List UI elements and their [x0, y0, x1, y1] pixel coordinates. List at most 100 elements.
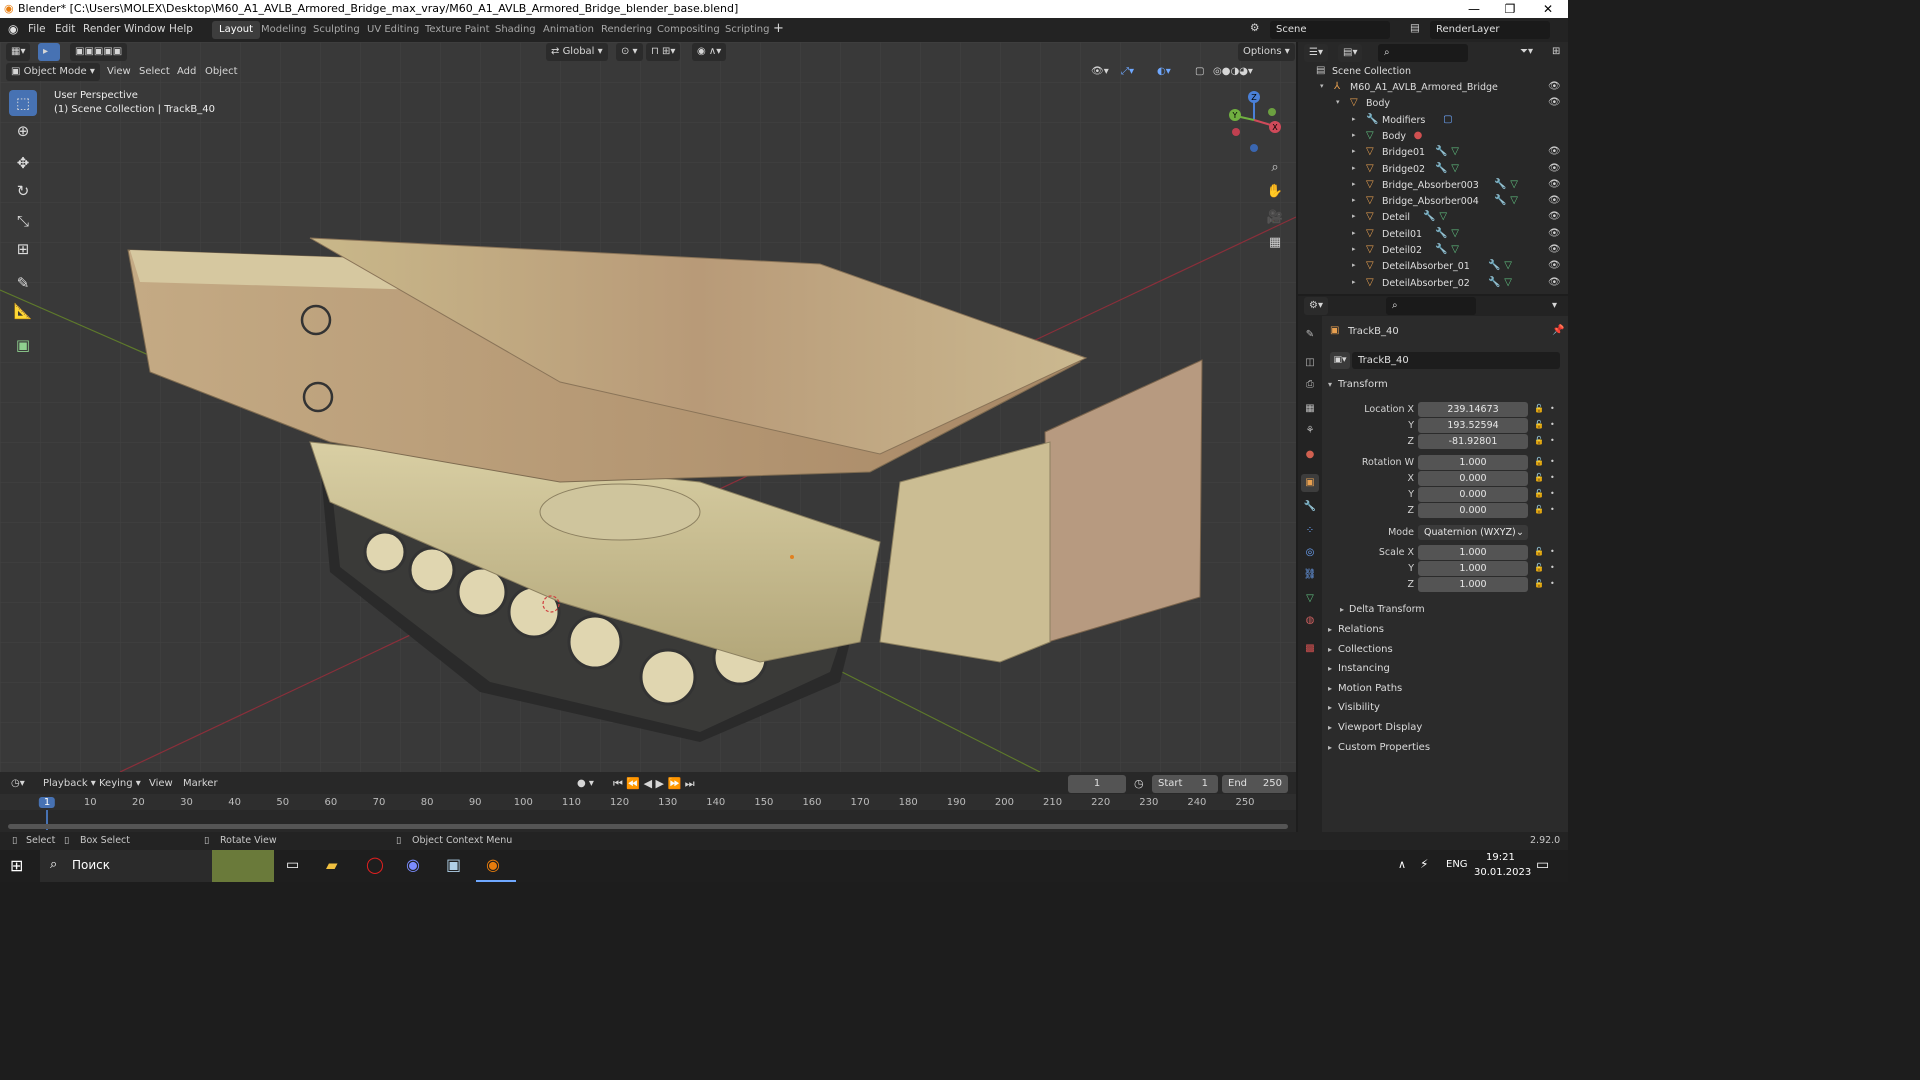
- 3d-viewport[interactable]: ▦▾ ▸ ▣▣▣▣▣ ⇄ Global ▾ ⊙ ▾ ⊓ ⊞▾ ◉ ∧▾ Opti…: [0, 42, 1296, 772]
- section-visibility[interactable]: Visibility: [1338, 702, 1380, 713]
- editor-type-button[interactable]: ▦▾: [6, 43, 31, 61]
- mesh-data-icon[interactable]: ▽: [1439, 211, 1447, 222]
- outliner-row[interactable]: ▸ ▽ Bridge02 🔧 ▽ 👁: [1298, 162, 1568, 178]
- render-tab-icon[interactable]: ◫: [1301, 354, 1319, 372]
- rotation-z-field[interactable]: 0.000: [1418, 503, 1528, 518]
- transform-panel-header[interactable]: Transform: [1338, 379, 1388, 390]
- taskbar-search-box[interactable]: ⌕ Поиск: [40, 850, 212, 882]
- file-explorer-icon[interactable]: ▰: [326, 856, 338, 874]
- modifier-icon[interactable]: 🔧: [1435, 228, 1447, 239]
- lock-icon[interactable]: 🔓: [1534, 473, 1544, 482]
- opera-icon[interactable]: ◯: [366, 855, 384, 874]
- outliner-row[interactable]: ▾ ⅄ M60_A1_AVLB_Armored_Bridge 👁: [1298, 80, 1568, 96]
- render-layer-selector[interactable]: RenderLayer: [1430, 21, 1550, 39]
- physics-tab-icon[interactable]: ◎: [1301, 544, 1319, 562]
- pin-icon[interactable]: 📌: [1552, 325, 1564, 336]
- close-button[interactable]: ✕: [1530, 0, 1566, 18]
- annotate-tool-icon[interactable]: ✎: [9, 270, 37, 296]
- expand-arrow-icon[interactable]: ▸: [1352, 131, 1356, 139]
- outliner-row[interactable]: ▸ ▽ Deteil 🔧 ▽ 👁: [1298, 210, 1568, 226]
- timeline-keying-menu[interactable]: Keying ▾: [94, 775, 146, 793]
- expand-arrow-icon[interactable]: ▸: [1352, 212, 1356, 220]
- preview-range-icon[interactable]: ◷: [1134, 777, 1144, 790]
- mesh-data-icon[interactable]: ▽: [1504, 277, 1512, 288]
- minimize-button[interactable]: —: [1456, 0, 1492, 18]
- section-expand-icon[interactable]: ▸: [1328, 703, 1332, 712]
- keyframe-dot-icon[interactable]: •: [1550, 473, 1555, 482]
- expand-arrow-icon[interactable]: ▾: [1320, 82, 1324, 90]
- workspace-tab-texture-paint[interactable]: Texture Paint: [418, 21, 497, 39]
- section-custom-properties[interactable]: Custom Properties: [1338, 742, 1430, 753]
- start-frame-field[interactable]: Start 1: [1152, 775, 1218, 793]
- render-layer-icon[interactable]: ▤: [1410, 22, 1420, 34]
- transform-collapse-icon[interactable]: ▾: [1328, 380, 1332, 389]
- outliner-row[interactable]: ▸ ▽ Bridge_Absorber003 🔧 ▽ 👁: [1298, 178, 1568, 194]
- clock-time[interactable]: 19:21: [1486, 852, 1515, 863]
- timeline-marker-menu[interactable]: Marker: [178, 775, 223, 793]
- expand-arrow-icon[interactable]: ▸: [1352, 147, 1356, 155]
- cursor-tool-icon[interactable]: ⊕: [9, 118, 37, 144]
- view-layer-tab-icon[interactable]: ▦: [1301, 400, 1319, 418]
- menu-render[interactable]: Render: [83, 23, 120, 35]
- workspace-tab-compositing[interactable]: Compositing: [650, 21, 727, 39]
- transform-orientation-dropdown[interactable]: ⇄ Global ▾: [546, 43, 608, 61]
- scale-z-field[interactable]: 1.000: [1418, 577, 1528, 592]
- modifier-icon[interactable]: 🔧: [1435, 146, 1447, 157]
- shading-modes-icons[interactable]: ◎●◑◕▾: [1208, 63, 1258, 81]
- rotation-mode-dropdown[interactable]: Quaternion (WXYZ) ⌄: [1418, 525, 1528, 540]
- expand-arrow-icon[interactable]: ▸: [1352, 180, 1356, 188]
- menu-help[interactable]: Help: [169, 23, 193, 35]
- lock-icon[interactable]: 🔓: [1534, 579, 1544, 588]
- viewport-menu-select[interactable]: Select: [134, 63, 175, 81]
- section-expand-icon[interactable]: ▸: [1328, 743, 1332, 752]
- mesh-data-icon[interactable]: ▽: [1451, 146, 1459, 157]
- location-y-field[interactable]: 193.52594: [1418, 418, 1528, 433]
- properties-editor[interactable]: ⚙▾ ⌕ ▾ ✎ ◫ ⎙ ▦ ⚘ ● ▣ 🔧 ⁘ ◎ ⛓ ▽ ◍ ▩ ▣ Tra…: [1298, 296, 1568, 832]
- keyframe-dot-icon[interactable]: •: [1550, 457, 1555, 466]
- select-box-tool-icon[interactable]: ▸: [38, 43, 60, 61]
- keyframe-dot-icon[interactable]: •: [1550, 436, 1555, 445]
- lock-icon[interactable]: 🔓: [1534, 436, 1544, 445]
- section-expand-icon[interactable]: ▸: [1328, 645, 1332, 654]
- timeline-view-menu[interactable]: View: [144, 775, 178, 793]
- delta-transform-header[interactable]: Delta Transform: [1349, 604, 1425, 615]
- lock-icon[interactable]: 🔓: [1534, 489, 1544, 498]
- navigation-gizmo[interactable]: Z X Y: [1224, 90, 1284, 154]
- add-workspace-button[interactable]: +: [773, 21, 784, 36]
- viewport-menu-view[interactable]: View: [102, 63, 136, 81]
- properties-editor-type-icon[interactable]: ⚙▾: [1304, 297, 1328, 315]
- expand-arrow-icon[interactable]: ▸: [1352, 164, 1356, 172]
- expand-arrow-icon[interactable]: ▾: [1336, 98, 1340, 106]
- timeline-playback-menu[interactable]: Playback ▾: [38, 775, 101, 793]
- lock-icon[interactable]: 🔓: [1534, 547, 1544, 556]
- expand-arrow-icon[interactable]: ▸: [1352, 245, 1356, 253]
- scene-tab-icon[interactable]: ⚘: [1301, 422, 1319, 440]
- record-keyframe-icon[interactable]: ● ▾: [572, 775, 599, 793]
- keyframe-dot-icon[interactable]: •: [1550, 505, 1555, 514]
- location-x-field[interactable]: 239.14673: [1418, 402, 1528, 417]
- delta-collapse-icon[interactable]: ▸: [1340, 605, 1344, 614]
- rotation-w-field[interactable]: 1.000: [1418, 455, 1528, 470]
- outliner-row[interactable]: ▸ ▽ Deteil02 🔧 ▽ 👁: [1298, 243, 1568, 259]
- keyframe-dot-icon[interactable]: •: [1550, 547, 1555, 556]
- visibility-eye-icon[interactable]: 👁: [1548, 244, 1561, 255]
- tool-tab-icon[interactable]: ✎: [1301, 326, 1319, 344]
- workspace-tab-uv-editing[interactable]: UV Editing: [360, 21, 426, 39]
- blender-taskbar-icon[interactable]: ◉: [486, 855, 500, 874]
- workspace-tab-scripting[interactable]: Scripting: [718, 21, 776, 39]
- expand-arrow-icon[interactable]: ▸: [1352, 278, 1356, 286]
- new-collection-icon[interactable]: ⊞: [1552, 46, 1560, 57]
- add-cube-tool-icon[interactable]: ▣: [9, 332, 37, 358]
- section-motion-paths[interactable]: Motion Paths: [1338, 683, 1402, 694]
- scale-tool-icon[interactable]: ⤡: [9, 208, 37, 234]
- visibility-eye-icon[interactable]: 👁: [1548, 260, 1561, 271]
- ortho-grid-icon[interactable]: ▦: [1264, 232, 1286, 254]
- timeline-editor[interactable]: ◷▾ Playback ▾ Keying ▾ View Marker ● ▾ ⏮…: [0, 772, 1296, 832]
- timeline-editor-type-icon[interactable]: ◷▾: [6, 775, 30, 793]
- mesh-data-icon[interactable]: ▽: [1451, 228, 1459, 239]
- outliner-row[interactable]: ▸ ▽ Bridge01 🔧 ▽ 👁: [1298, 145, 1568, 161]
- rotation-y-field[interactable]: 0.000: [1418, 487, 1528, 502]
- lock-icon[interactable]: 🔓: [1534, 420, 1544, 429]
- task-view-icon[interactable]: ▭: [286, 857, 299, 873]
- clock-date[interactable]: 30.01.2023: [1474, 867, 1531, 878]
